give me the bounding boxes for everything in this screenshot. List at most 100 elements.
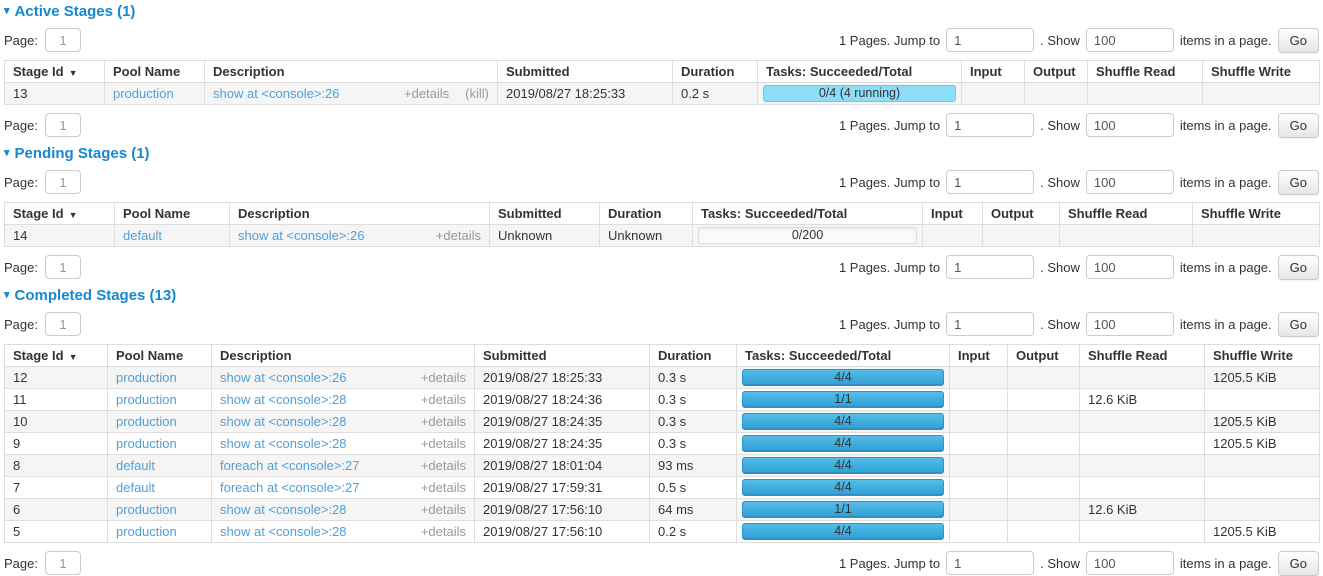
column-header-5[interactable]: Tasks: Succeeded/Total	[737, 345, 950, 367]
jump-to-page-input[interactable]	[946, 113, 1034, 137]
pool-name-link[interactable]: default	[116, 480, 155, 495]
items-per-page-input[interactable]	[1086, 312, 1174, 336]
column-header-5[interactable]: Tasks: Succeeded/Total	[693, 203, 923, 225]
duration-cell: 64 ms	[650, 499, 737, 521]
column-header-7[interactable]: Output	[1025, 61, 1088, 83]
items-per-page-label: items in a page.	[1180, 175, 1272, 190]
column-header-1[interactable]: Pool Name	[105, 61, 205, 83]
column-header-8[interactable]: Shuffle Read	[1088, 61, 1203, 83]
details-toggle[interactable]: +details	[421, 458, 466, 473]
table-row: 10productionshow at <console>:28+details…	[5, 411, 1320, 433]
pool-name-link[interactable]: production	[116, 392, 177, 407]
description-link[interactable]: show at <console>:28	[220, 502, 346, 517]
go-button[interactable]: Go	[1278, 551, 1319, 576]
go-button[interactable]: Go	[1278, 113, 1319, 138]
page-number-input[interactable]	[45, 170, 81, 194]
items-per-page-input[interactable]	[1086, 551, 1174, 575]
page-selector: Page:	[4, 255, 81, 279]
column-header-7[interactable]: Output	[983, 203, 1060, 225]
column-header-0[interactable]: Stage Id▼	[5, 61, 105, 83]
pool-name-link[interactable]: default	[116, 458, 155, 473]
column-header-5[interactable]: Tasks: Succeeded/Total	[758, 61, 962, 83]
go-button[interactable]: Go	[1278, 312, 1319, 337]
pool-name-link[interactable]: production	[116, 524, 177, 539]
stage-id-cell: 5	[5, 521, 108, 543]
details-toggle[interactable]: +details	[404, 86, 449, 101]
go-button[interactable]: Go	[1278, 170, 1319, 195]
column-header-6[interactable]: Input	[950, 345, 1008, 367]
description-link[interactable]: show at <console>:26	[213, 86, 339, 101]
column-header-7[interactable]: Output	[1008, 345, 1080, 367]
page-number-input[interactable]	[45, 255, 81, 279]
pending-stages-heading[interactable]: ▾ Pending Stages (1)	[4, 145, 1319, 162]
page-number-input[interactable]	[45, 551, 81, 575]
pool-name-link[interactable]: production	[116, 436, 177, 451]
pool-name-link[interactable]: production	[116, 414, 177, 429]
column-header-4[interactable]: Duration	[650, 345, 737, 367]
details-toggle[interactable]: +details	[421, 414, 466, 429]
column-header-4[interactable]: Duration	[600, 203, 693, 225]
pool-name-link[interactable]: production	[113, 86, 174, 101]
column-header-2[interactable]: Description	[212, 345, 475, 367]
column-header-9[interactable]: Shuffle Write	[1205, 345, 1320, 367]
column-header-0[interactable]: Stage Id▼	[5, 203, 115, 225]
column-header-3[interactable]: Submitted	[498, 61, 673, 83]
column-header-9[interactable]: Shuffle Write	[1203, 61, 1320, 83]
go-button[interactable]: Go	[1278, 255, 1319, 280]
description-link[interactable]: show at <console>:28	[220, 436, 346, 451]
description-link[interactable]: show at <console>:28	[220, 392, 346, 407]
column-header-6[interactable]: Input	[962, 61, 1025, 83]
column-header-0[interactable]: Stage Id▼	[5, 345, 108, 367]
description-link[interactable]: foreach at <console>:27	[220, 458, 360, 473]
items-per-page-input[interactable]	[1086, 28, 1174, 52]
items-per-page-input[interactable]	[1086, 170, 1174, 194]
column-header-1[interactable]: Pool Name	[115, 203, 230, 225]
jump-to-page-input[interactable]	[946, 551, 1034, 575]
description-link[interactable]: show at <console>:26	[220, 370, 346, 385]
pool-name-link[interactable]: production	[116, 370, 177, 385]
details-toggle[interactable]: +details	[436, 228, 481, 243]
pages-count-text: 1 Pages. Jump to	[839, 317, 940, 332]
details-toggle[interactable]: +details	[421, 502, 466, 517]
details-toggle[interactable]: +details	[421, 392, 466, 407]
column-header-8[interactable]: Shuffle Read	[1060, 203, 1193, 225]
details-toggle[interactable]: +details	[421, 480, 466, 495]
column-header-4[interactable]: Duration	[673, 61, 758, 83]
pool-name-link[interactable]: default	[123, 228, 162, 243]
description-link[interactable]: foreach at <console>:27	[220, 480, 360, 495]
pool-name-link[interactable]: production	[116, 502, 177, 517]
column-header-6[interactable]: Input	[923, 203, 983, 225]
jump-to-page-input[interactable]	[946, 255, 1034, 279]
description-cell: show at <console>:28 +details	[212, 411, 475, 433]
page-number-input[interactable]	[45, 113, 81, 137]
details-toggle[interactable]: +details	[421, 370, 466, 385]
column-header-3[interactable]: Submitted	[475, 345, 650, 367]
duration-cell: 0.2 s	[673, 83, 758, 105]
items-per-page-input[interactable]	[1086, 255, 1174, 279]
page-number-input[interactable]	[45, 312, 81, 336]
column-header-1[interactable]: Pool Name	[108, 345, 212, 367]
description-link[interactable]: show at <console>:28	[220, 414, 346, 429]
description-link[interactable]: show at <console>:26	[238, 228, 364, 243]
description-link[interactable]: show at <console>:28	[220, 524, 346, 539]
table-row: 12productionshow at <console>:26+details…	[5, 367, 1320, 389]
submitted-cell: 2019/08/27 17:59:31	[475, 477, 650, 499]
jump-to-page-input[interactable]	[946, 28, 1034, 52]
duration-cell: 0.3 s	[650, 433, 737, 455]
page-number-input[interactable]	[45, 28, 81, 52]
column-header-9[interactable]: Shuffle Write	[1193, 203, 1320, 225]
kill-link[interactable]: (kill)	[465, 86, 489, 101]
column-header-2[interactable]: Description	[230, 203, 490, 225]
column-header-8[interactable]: Shuffle Read	[1080, 345, 1205, 367]
completed-stages-heading[interactable]: ▾ Completed Stages (13)	[4, 287, 1319, 304]
details-toggle[interactable]: +details	[421, 524, 466, 539]
go-button[interactable]: Go	[1278, 28, 1319, 53]
active-stages-heading[interactable]: ▾ Active Stages (1)	[4, 3, 1319, 20]
jump-to-page-input[interactable]	[946, 170, 1034, 194]
column-header-2[interactable]: Description	[205, 61, 498, 83]
details-toggle[interactable]: +details	[421, 436, 466, 451]
jump-to-page-input[interactable]	[946, 312, 1034, 336]
shuffle-write-cell: 1205.5 KiB	[1205, 367, 1320, 389]
items-per-page-input[interactable]	[1086, 113, 1174, 137]
column-header-3[interactable]: Submitted	[490, 203, 600, 225]
